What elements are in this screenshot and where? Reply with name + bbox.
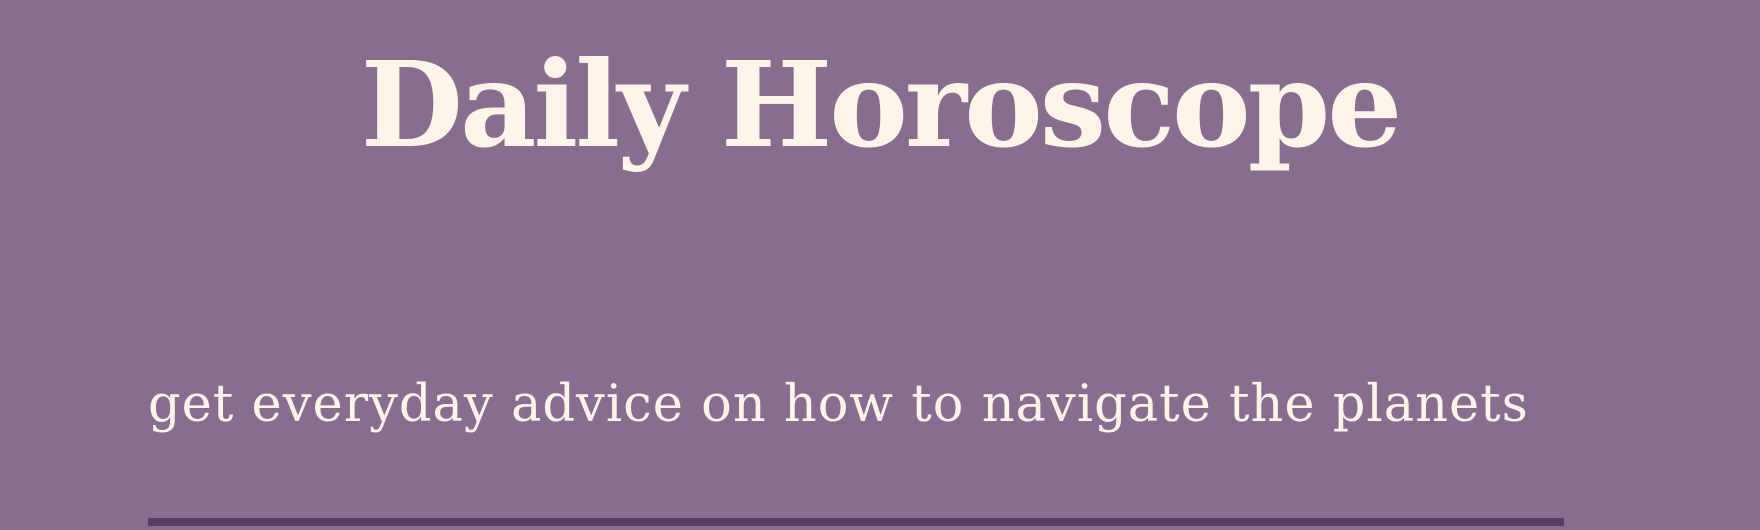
page-subtitle: get everyday advice on how to navigate t… [148, 375, 1529, 434]
divider [148, 518, 1564, 526]
hero-header: Daily Horoscope get everyday advice on h… [0, 0, 1760, 530]
page-title: Daily Horoscope [360, 35, 1403, 174]
